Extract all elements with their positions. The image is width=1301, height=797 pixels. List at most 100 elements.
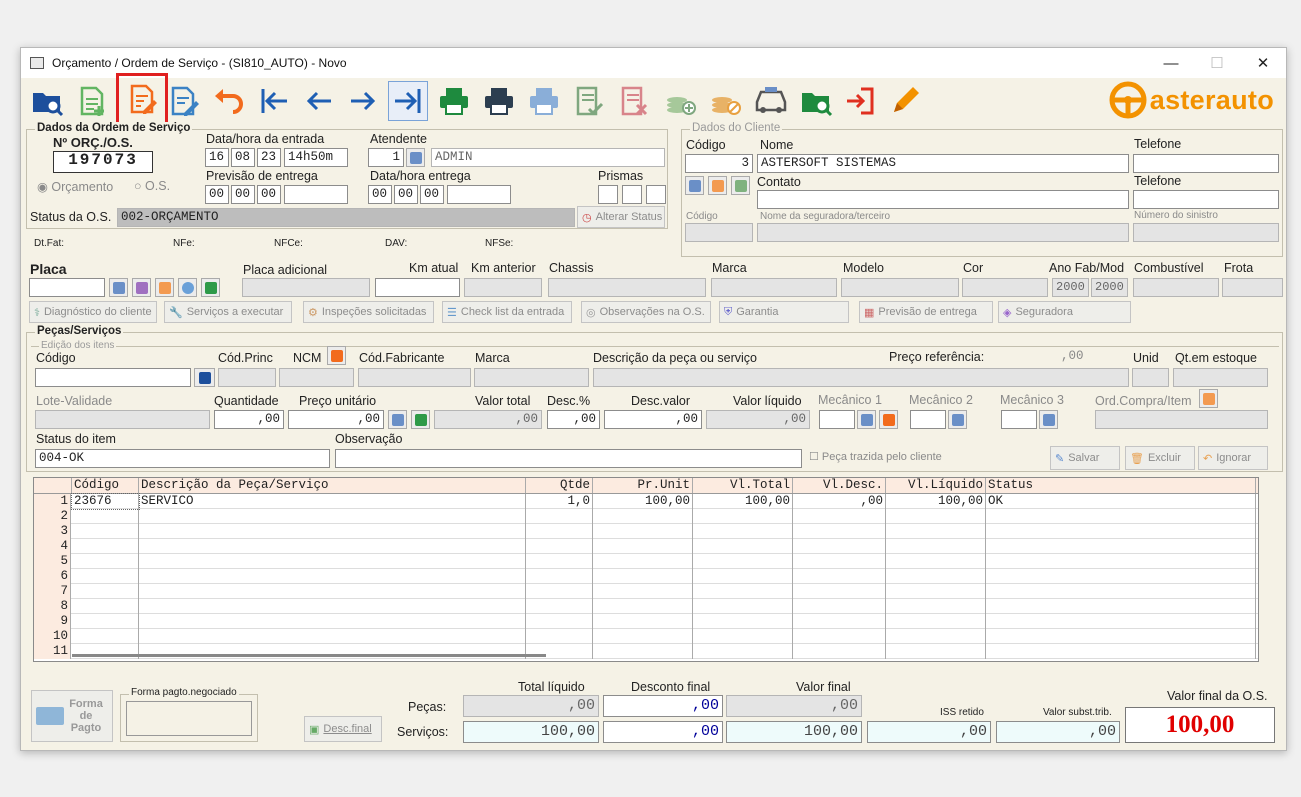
payment-negotiated-field[interactable] (126, 701, 252, 736)
table-cell[interactable] (593, 644, 693, 659)
disc-pct-field[interactable]: ,00 (547, 410, 600, 429)
contact-field[interactable] (757, 190, 1129, 209)
table-cell[interactable] (693, 509, 793, 524)
part-search-button[interactable] (194, 368, 215, 387)
table-cell[interactable] (139, 569, 526, 584)
parts-net-field[interactable]: ,00 (463, 695, 599, 717)
mechanic2-search-button[interactable] (948, 410, 967, 429)
col-total-header[interactable]: Vl.Total (693, 478, 793, 493)
col-discount-header[interactable]: Vl.Desc. (793, 478, 886, 493)
purchase-order-edit-button[interactable] (1199, 389, 1218, 408)
close-button[interactable]: ✕ (1240, 48, 1286, 78)
undo-button[interactable] (208, 81, 248, 121)
first-record-button[interactable] (254, 81, 294, 121)
minimize-button[interactable]: — (1148, 48, 1194, 78)
col-status-header[interactable]: Status (986, 478, 1256, 493)
table-cell[interactable] (986, 554, 1256, 569)
client-code-field[interactable]: 3 (685, 154, 753, 173)
plate-purple-button[interactable] (132, 278, 151, 297)
price-search-button[interactable] (388, 410, 407, 429)
brand-field[interactable] (711, 278, 837, 297)
table-cell[interactable] (886, 554, 986, 569)
price-refresh-button[interactable] (411, 410, 430, 429)
fleet-field[interactable] (1222, 278, 1283, 297)
table-cell[interactable] (526, 554, 593, 569)
delivery-forecast-button[interactable]: ▦ Previsão de entrega (859, 301, 993, 323)
table-cell[interactable] (693, 599, 793, 614)
table-cell[interactable] (986, 539, 1256, 554)
attendant-name-field[interactable]: ADMIN (431, 148, 665, 167)
vehicle-button[interactable] (751, 81, 791, 121)
claim-number-field[interactable] (1133, 223, 1279, 242)
km-field[interactable] (375, 278, 460, 297)
client-part-checkbox[interactable]: ☐ Peça trazida pelo cliente (809, 450, 942, 463)
chassis-field[interactable] (548, 278, 706, 297)
entry-month-field[interactable]: 08 (231, 148, 255, 167)
mechanic2-field[interactable] (910, 410, 946, 429)
delivery-day-field[interactable]: 00 (368, 185, 392, 204)
table-cell[interactable] (139, 524, 526, 539)
table-cell[interactable] (693, 554, 793, 569)
entry-day-field[interactable]: 16 (205, 148, 229, 167)
table-cell[interactable] (693, 614, 793, 629)
table-cell[interactable] (693, 539, 793, 554)
table-cell[interactable] (139, 539, 526, 554)
table-cell[interactable] (693, 584, 793, 599)
table-cell[interactable] (139, 584, 526, 599)
client-diagnosis-button[interactable]: ⚕ Diagnóstico do cliente (29, 301, 157, 323)
table-cell[interactable] (793, 599, 886, 614)
client-phone2-field[interactable] (1133, 190, 1279, 209)
services-execute-button[interactable]: 🔧 Serviços a executar (164, 301, 292, 323)
plate-search-button[interactable] (109, 278, 128, 297)
client-search-button[interactable] (685, 176, 704, 195)
services-final-field[interactable]: 100,00 (726, 721, 862, 743)
purchase-order-field[interactable] (1095, 410, 1268, 429)
description-field[interactable] (593, 368, 1129, 387)
km-prev-field[interactable] (464, 278, 542, 297)
table-cell[interactable] (693, 629, 793, 644)
table-cell[interactable] (526, 539, 593, 554)
table-cell[interactable] (986, 524, 1256, 539)
table-cell[interactable] (886, 629, 986, 644)
mechanic3-field[interactable] (1001, 410, 1037, 429)
edit-doc-button[interactable] (116, 73, 168, 125)
table-cell[interactable] (793, 614, 886, 629)
services-net-field[interactable]: 100,00 (463, 721, 599, 743)
table-cell[interactable] (72, 509, 139, 524)
table-cell[interactable]: 100,00 (886, 494, 986, 509)
client-edit-button[interactable] (708, 176, 727, 195)
code-princ-field[interactable] (218, 368, 276, 387)
year-fab-field[interactable]: 2000 (1052, 278, 1089, 297)
exit-button[interactable] (840, 81, 880, 121)
table-cell[interactable] (72, 614, 139, 629)
plate-field[interactable] (29, 278, 105, 297)
table-cell[interactable] (693, 569, 793, 584)
table-cell[interactable] (526, 524, 593, 539)
table-cell[interactable] (593, 509, 693, 524)
table-cell[interactable] (886, 509, 986, 524)
table-cell[interactable] (526, 629, 593, 644)
edit-blue-button[interactable] (164, 81, 204, 121)
table-cell[interactable] (139, 599, 526, 614)
mechanic3-search-button[interactable] (1039, 410, 1058, 429)
delivery-year-field[interactable]: 00 (420, 185, 444, 204)
table-cell[interactable] (793, 629, 886, 644)
order-number-field[interactable]: 197073 (53, 151, 153, 173)
last-record-button[interactable] (388, 81, 428, 121)
table-cell[interactable] (886, 614, 986, 629)
insurer-button[interactable]: ◈ Seguradora (998, 301, 1131, 323)
table-cell[interactable] (593, 614, 693, 629)
observation-field[interactable] (335, 449, 802, 468)
maximize-button[interactable]: ☐ (1194, 48, 1240, 78)
table-cell[interactable] (886, 644, 986, 659)
change-status-button[interactable]: ◷ Alterar Status (577, 206, 665, 228)
insurer-name-field[interactable] (757, 223, 1129, 242)
table-cell[interactable]: 23676 (71, 493, 140, 510)
delivery-time-field[interactable] (447, 185, 511, 204)
delivery-month-field[interactable]: 00 (394, 185, 418, 204)
table-cell[interactable] (139, 629, 526, 644)
table-cell[interactable]: ,00 (793, 494, 886, 509)
table-cell[interactable] (986, 614, 1256, 629)
table-cell[interactable] (526, 584, 593, 599)
table-cell[interactable] (986, 644, 1256, 659)
